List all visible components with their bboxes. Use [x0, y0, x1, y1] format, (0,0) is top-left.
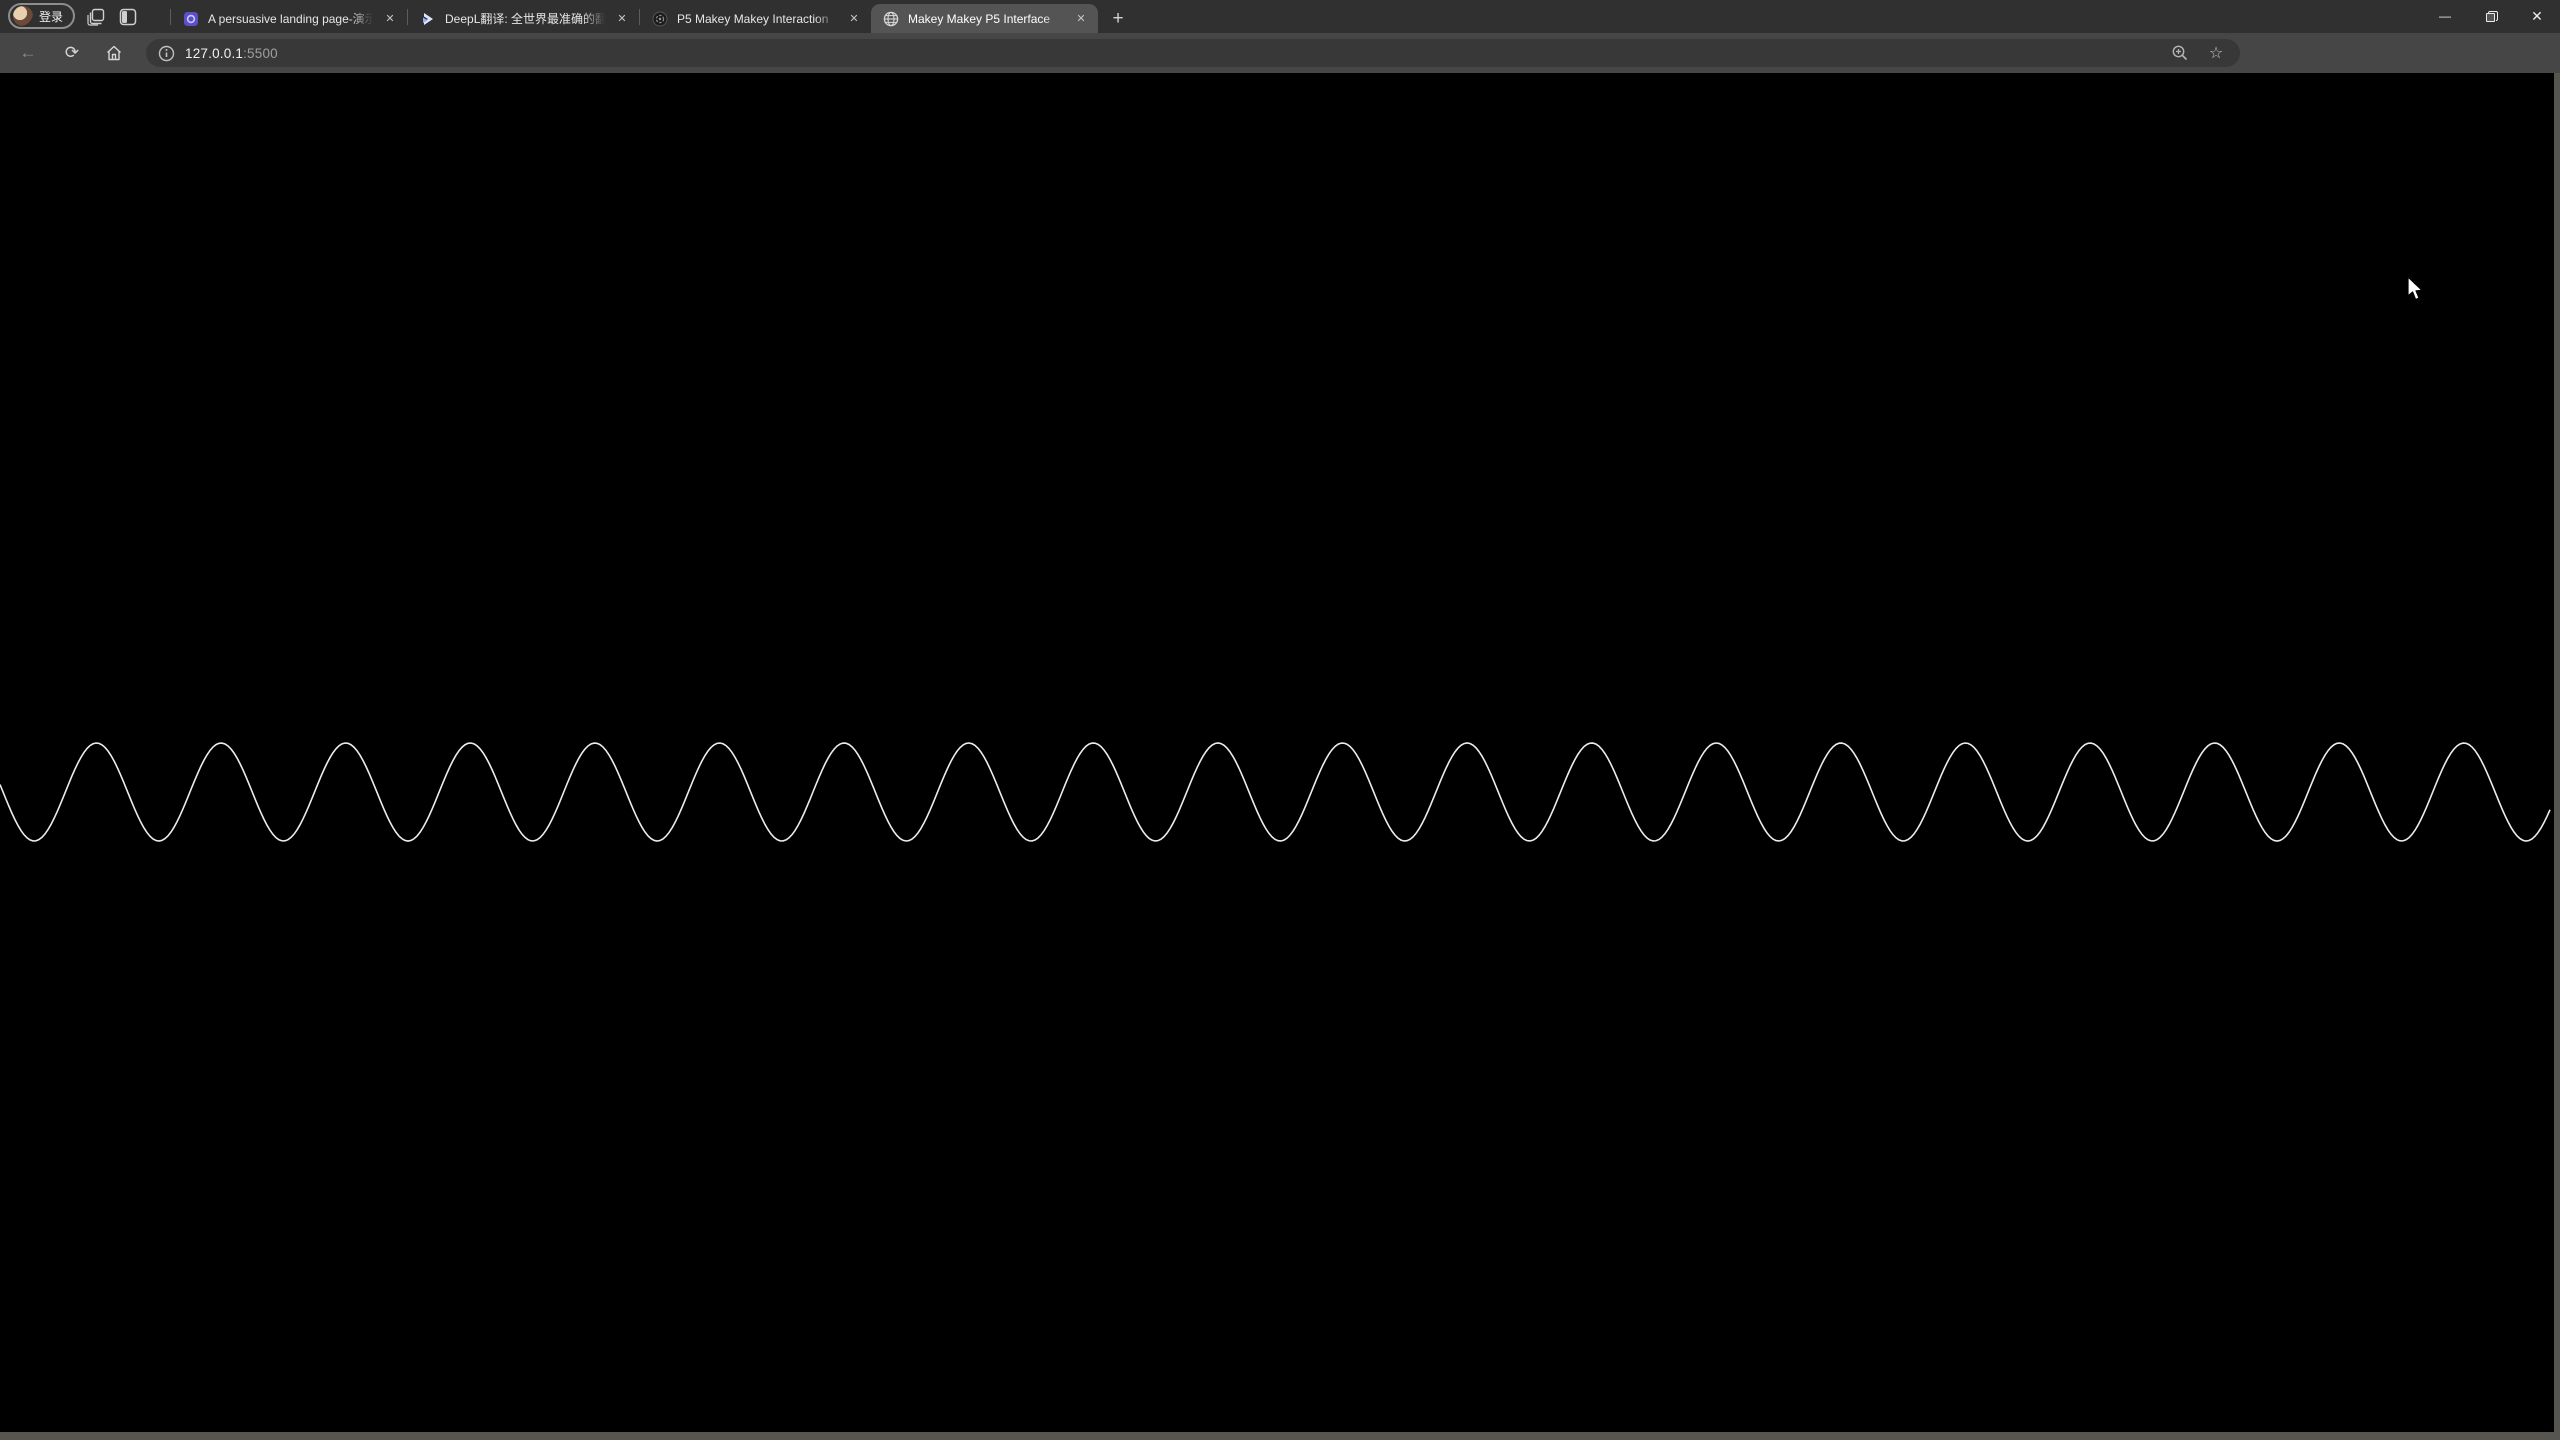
- close-window-button[interactable]: ✕: [2514, 0, 2560, 32]
- url-port: :5500: [243, 46, 278, 61]
- window-controls: — ✕: [2422, 0, 2560, 32]
- horizontal-scrollbar[interactable]: [0, 1432, 2560, 1440]
- tab-makey-p5-active[interactable]: Makey Makey P5 Interface ✕: [871, 4, 1098, 33]
- gamma-favicon: [183, 11, 199, 27]
- vertical-tabs-glyph: [119, 8, 137, 26]
- tab-title: Makey Makey P5 Interface: [908, 12, 1066, 26]
- url-host: 127.0.0.1: [185, 46, 243, 61]
- tab-close-icon[interactable]: ✕: [613, 10, 631, 28]
- address-bar[interactable]: 127.0.0.1:5500 ☆: [146, 39, 2240, 67]
- new-tab-button[interactable]: +: [1106, 7, 1130, 31]
- page-content: [0, 73, 2560, 1440]
- address-bar-right: ☆: [2170, 43, 2240, 63]
- restore-button[interactable]: [2468, 0, 2514, 32]
- zoom-level-icon[interactable]: [2170, 43, 2190, 63]
- tab-strip: 登录 A persuasive landing page-演示文 ✕: [0, 0, 2560, 33]
- address-bar-left: 127.0.0.1:5500: [146, 45, 2170, 62]
- dark-disc-favicon: [652, 11, 668, 27]
- tab-close-icon[interactable]: ✕: [1072, 10, 1090, 28]
- back-icon[interactable]: ←: [13, 33, 43, 73]
- sine-wave-line: [0, 743, 2550, 841]
- navigation-toolbar: ← ⟳ 127.0.0.1:5500: [0, 33, 2560, 73]
- url-text[interactable]: 127.0.0.1:5500: [185, 46, 278, 61]
- home-glyph: [105, 44, 123, 62]
- profile-signin-button[interactable]: 登录: [8, 3, 75, 29]
- profile-signin-label: 登录: [39, 8, 63, 25]
- sine-wave-canvas: [0, 73, 2554, 1432]
- tab-close-icon[interactable]: ✕: [381, 10, 399, 28]
- vertical-tabs-icon[interactable]: [117, 6, 139, 28]
- tab-title: DeepL翻译: 全世界最准确的翻译: [445, 10, 607, 27]
- tab-title: P5 Makey Makey Interaction: [677, 12, 839, 26]
- tab-deepl[interactable]: DeepL翻译: 全世界最准确的翻译 ✕: [408, 4, 639, 33]
- refresh-icon[interactable]: ⟳: [57, 33, 87, 73]
- tab-p5-makey[interactable]: P5 Makey Makey Interaction ✕: [640, 4, 871, 33]
- vertical-scrollbar[interactable]: [2554, 73, 2560, 1432]
- deepl-favicon: [420, 11, 436, 27]
- minimize-button[interactable]: —: [2422, 0, 2468, 32]
- workspaces-glyph: [87, 8, 105, 26]
- tab-title: A persuasive landing page-演示文: [208, 10, 375, 27]
- globe-favicon: [883, 11, 899, 27]
- home-icon[interactable]: [99, 33, 129, 73]
- favorite-star-icon[interactable]: ☆: [2206, 43, 2226, 63]
- magnifier-glyph: [2171, 44, 2189, 62]
- site-info-icon[interactable]: [158, 45, 175, 62]
- workspaces-icon[interactable]: [85, 6, 107, 28]
- restore-icon: [2486, 11, 2496, 21]
- profile-avatar: [13, 6, 33, 26]
- tab-landing-page[interactable]: A persuasive landing page-演示文 ✕: [171, 4, 407, 33]
- browser-window: 登录 A persuasive landing page-演示文 ✕: [0, 0, 2560, 1440]
- tab-close-icon[interactable]: ✕: [845, 10, 863, 28]
